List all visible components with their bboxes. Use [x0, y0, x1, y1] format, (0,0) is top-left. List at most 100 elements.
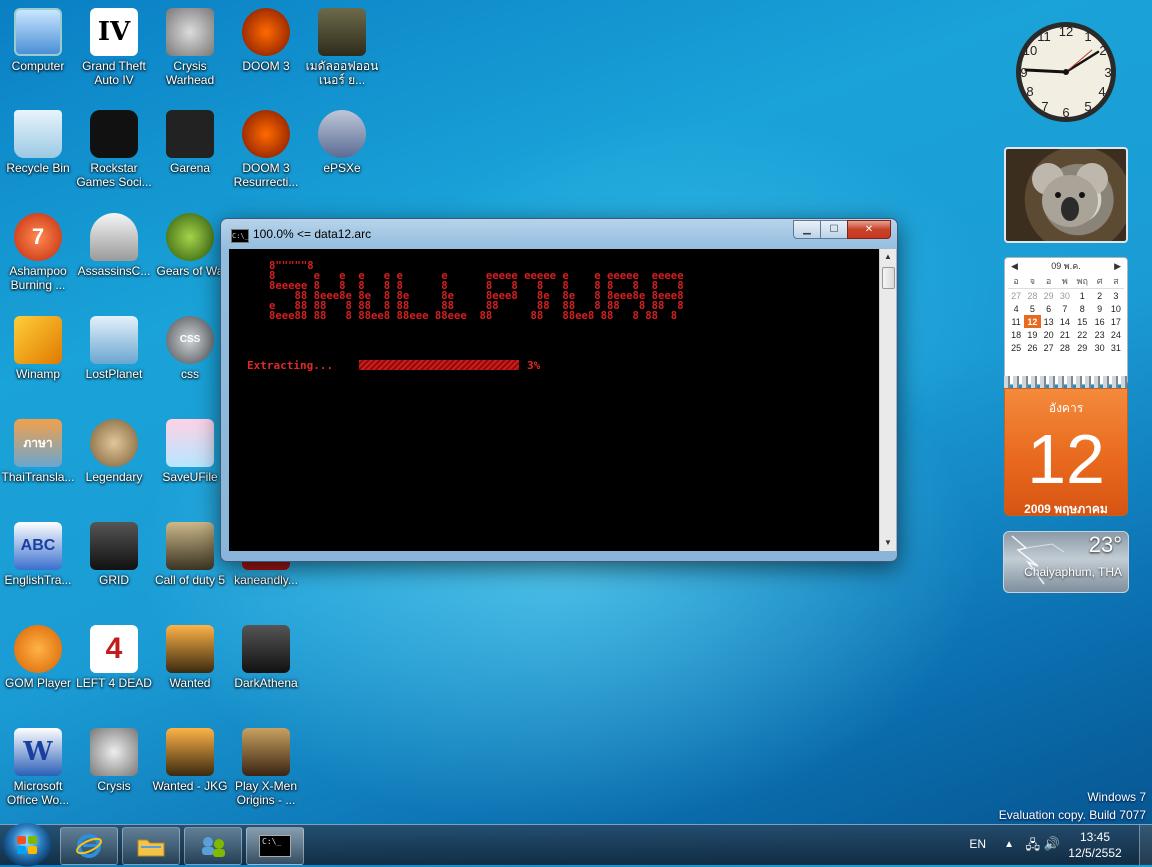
calendar-day[interactable]: 11 [1008, 315, 1024, 328]
taskbar-network[interactable] [184, 827, 242, 865]
desktop-icon-assassins-creed[interactable]: AssassinsC... [76, 213, 152, 278]
calendar-day[interactable]: 25 [1008, 341, 1024, 354]
calendar-day[interactable]: 17 [1108, 315, 1124, 328]
taskbar-explorer[interactable] [122, 827, 180, 865]
calendar-day[interactable]: 24 [1108, 328, 1124, 341]
desktop-icon-grid[interactable]: GRID [76, 522, 152, 587]
calendar-day[interactable]: 14 [1057, 315, 1073, 328]
vertical-scrollbar[interactable]: ▲ ▼ [879, 249, 896, 551]
taskbar-console[interactable]: C:\_ [246, 827, 304, 865]
desktop-icon-saveufile[interactable]: SaveUFile [152, 419, 228, 484]
desktop-icon-garena[interactable]: Garena [152, 110, 228, 175]
calendar-next-icon[interactable]: ▶ [1114, 261, 1121, 272]
show-desktop-button[interactable] [1139, 825, 1152, 865]
console-app-icon[interactable]: C:\_ [231, 229, 249, 243]
calendar-day[interactable]: 19 [1024, 328, 1040, 341]
desktop-icon-gom-player[interactable]: GOM Player [0, 625, 76, 690]
desktop-icon-call-of-duty-5[interactable]: Call of duty 5 [152, 522, 228, 587]
weather-gadget[interactable]: 23° Chaiyaphum, THA [1003, 531, 1129, 593]
desktop-icon-left-4-dead[interactable]: 4 LEFT 4 DEAD [76, 625, 152, 690]
desktop-icon-thai-translator[interactable]: ภาษา ThaiTransla... [0, 419, 76, 484]
desktop-icon-lost-planet[interactable]: LostPlanet [76, 316, 152, 381]
calendar-day[interactable]: 31 [1108, 341, 1124, 354]
desktop-icon-epsxe[interactable]: ePSXe [304, 110, 380, 175]
calendar-day[interactable]: 7 [1057, 302, 1073, 315]
scroll-down-icon[interactable]: ▼ [880, 535, 896, 551]
desktop-icon-legendary[interactable]: Legendary [76, 419, 152, 484]
calendar-day[interactable]: 22 [1073, 328, 1091, 341]
calendar-day[interactable]: 15 [1073, 315, 1091, 328]
calendar-day[interactable]: 28 [1024, 289, 1040, 303]
tray-expand-icon[interactable]: ▲ [1004, 839, 1014, 850]
calendar-day[interactable]: 12 [1024, 315, 1041, 328]
calendar-day[interactable]: 10 [1108, 302, 1124, 315]
scroll-up-icon[interactable]: ▲ [880, 249, 896, 265]
calendar-prev-icon[interactable]: ◀ [1011, 261, 1018, 272]
desktop-icon-gears-of-war[interactable]: Gears of Wa [152, 213, 228, 278]
maximize-button[interactable]: ☐ [820, 220, 848, 239]
language-indicator[interactable]: EN [969, 837, 986, 851]
desktop-icon-gta-iv[interactable]: IV Grand Theft Auto IV [76, 8, 152, 87]
start-button[interactable] [2, 823, 52, 867]
calendar-day[interactable]: 29 [1041, 289, 1057, 303]
desktop-icon-label: Microsoft Office Wo... [6, 779, 70, 807]
desktop-icon-label: GOM Player [4, 676, 71, 690]
desktop-icon-label: Wanted [169, 676, 211, 690]
calendar-day[interactable]: 29 [1073, 341, 1091, 354]
calendar-day[interactable]: 18 [1008, 328, 1024, 341]
desktop-icon-css[interactable]: CSS css [152, 316, 228, 381]
calendar-day[interactable]: 8 [1073, 302, 1091, 315]
console-window[interactable]: C:\_ 100.0% <= data12.arc ▁ ☐ ✕ 8"""""8 … [220, 218, 898, 562]
clock-gadget[interactable]: 12 1 2 345 678 9 10 11 [1004, 20, 1128, 130]
css-icon: CSS [166, 316, 214, 364]
window-titlebar[interactable]: C:\_ 100.0% <= data12.arc ▁ ☐ ✕ [221, 219, 897, 247]
desktop-icon-computer[interactable]: Computer [0, 8, 76, 73]
taskbar-internet-explorer[interactable] [60, 827, 118, 865]
calendar-day[interactable]: 2 [1091, 289, 1107, 303]
desktop-icon-english-translator[interactable]: ABC EnglishTra... [0, 522, 76, 587]
calendar-day[interactable]: 27 [1008, 289, 1024, 303]
clock-tray[interactable]: 13:45 12/5/2552 [1060, 829, 1130, 861]
calendar-day[interactable]: 13 [1041, 315, 1057, 328]
network-tray-icon[interactable]: 🖧 [1026, 836, 1041, 858]
calendar-day[interactable]: 28 [1057, 341, 1073, 354]
computer-icon [14, 8, 62, 56]
desktop-icon-recycle-bin[interactable]: Recycle Bin [0, 110, 76, 175]
calendar-day[interactable]: 3 [1108, 289, 1124, 303]
desktop-icon-doom3[interactable]: DOOM 3 [228, 8, 304, 73]
desktop-icon-wanted-jkg[interactable]: Wanted - JKG [152, 728, 228, 793]
calendar-day[interactable]: 30 [1057, 289, 1073, 303]
calendar-day-card[interactable]: อังคาร 12 2009 พฤษภาคม [1004, 388, 1128, 516]
desktop-icon-rockstar-social[interactable]: Rockstar Games Soci... [76, 110, 152, 189]
calendar-day[interactable]: 21 [1057, 328, 1073, 341]
calendar-day[interactable]: 6 [1041, 302, 1057, 315]
calendar-day[interactable]: 26 [1024, 341, 1040, 354]
slideshow-gadget[interactable] [1004, 147, 1128, 243]
desktop-icon-winamp[interactable]: Winamp [0, 316, 76, 381]
close-button[interactable]: ✕ [847, 220, 891, 239]
calendar-day[interactable]: 27 [1041, 341, 1057, 354]
desktop-icon-wanted[interactable]: Wanted [152, 625, 228, 690]
minimize-button[interactable]: ▁ [793, 220, 821, 239]
console-output[interactable]: 8"""""8 8 e e e e e e eeeee eeeee e e ee… [229, 249, 879, 551]
desktop-icon-crysis-warhead[interactable]: Crysis Warhead [152, 8, 228, 87]
desktop-icon-dark-athena[interactable]: DarkAthena [228, 625, 304, 690]
volume-icon[interactable]: 🔊 [1044, 836, 1060, 852]
calendar-gadget[interactable]: ◀ 09 พ.ค. ▶ อจอพพฤศส 27 28 29 30 1 2 3 4 5 6 7 8 9 10 1… [1004, 257, 1128, 385]
desktop-icon-ashampoo[interactable]: 7 Ashampoo Burning ... [0, 213, 76, 292]
desktop-icon-x-men-origins[interactable]: Play X-Men Origins - ... [228, 728, 304, 807]
desktop-icon-doom3-resurrection[interactable]: DOOM 3 Resurrecti... [228, 110, 304, 189]
desktop-icon-medal-of-honor[interactable]: เมดัลออฟออนเนอร์ ย... [304, 8, 380, 87]
desktop-icon-ms-word[interactable]: W Microsoft Office Wo... [0, 728, 76, 807]
calendar-day[interactable]: 4 [1008, 302, 1024, 315]
desktop-icon-crysis[interactable]: Crysis [76, 728, 152, 793]
progress-bar [359, 360, 519, 370]
calendar-day[interactable]: 23 [1091, 328, 1107, 341]
scroll-thumb[interactable] [882, 267, 895, 289]
calendar-day[interactable]: 5 [1024, 302, 1040, 315]
calendar-day[interactable]: 20 [1041, 328, 1057, 341]
calendar-day[interactable]: 9 [1091, 302, 1107, 315]
calendar-day[interactable]: 30 [1091, 341, 1107, 354]
calendar-day[interactable]: 16 [1091, 315, 1107, 328]
calendar-day[interactable]: 1 [1073, 289, 1091, 303]
